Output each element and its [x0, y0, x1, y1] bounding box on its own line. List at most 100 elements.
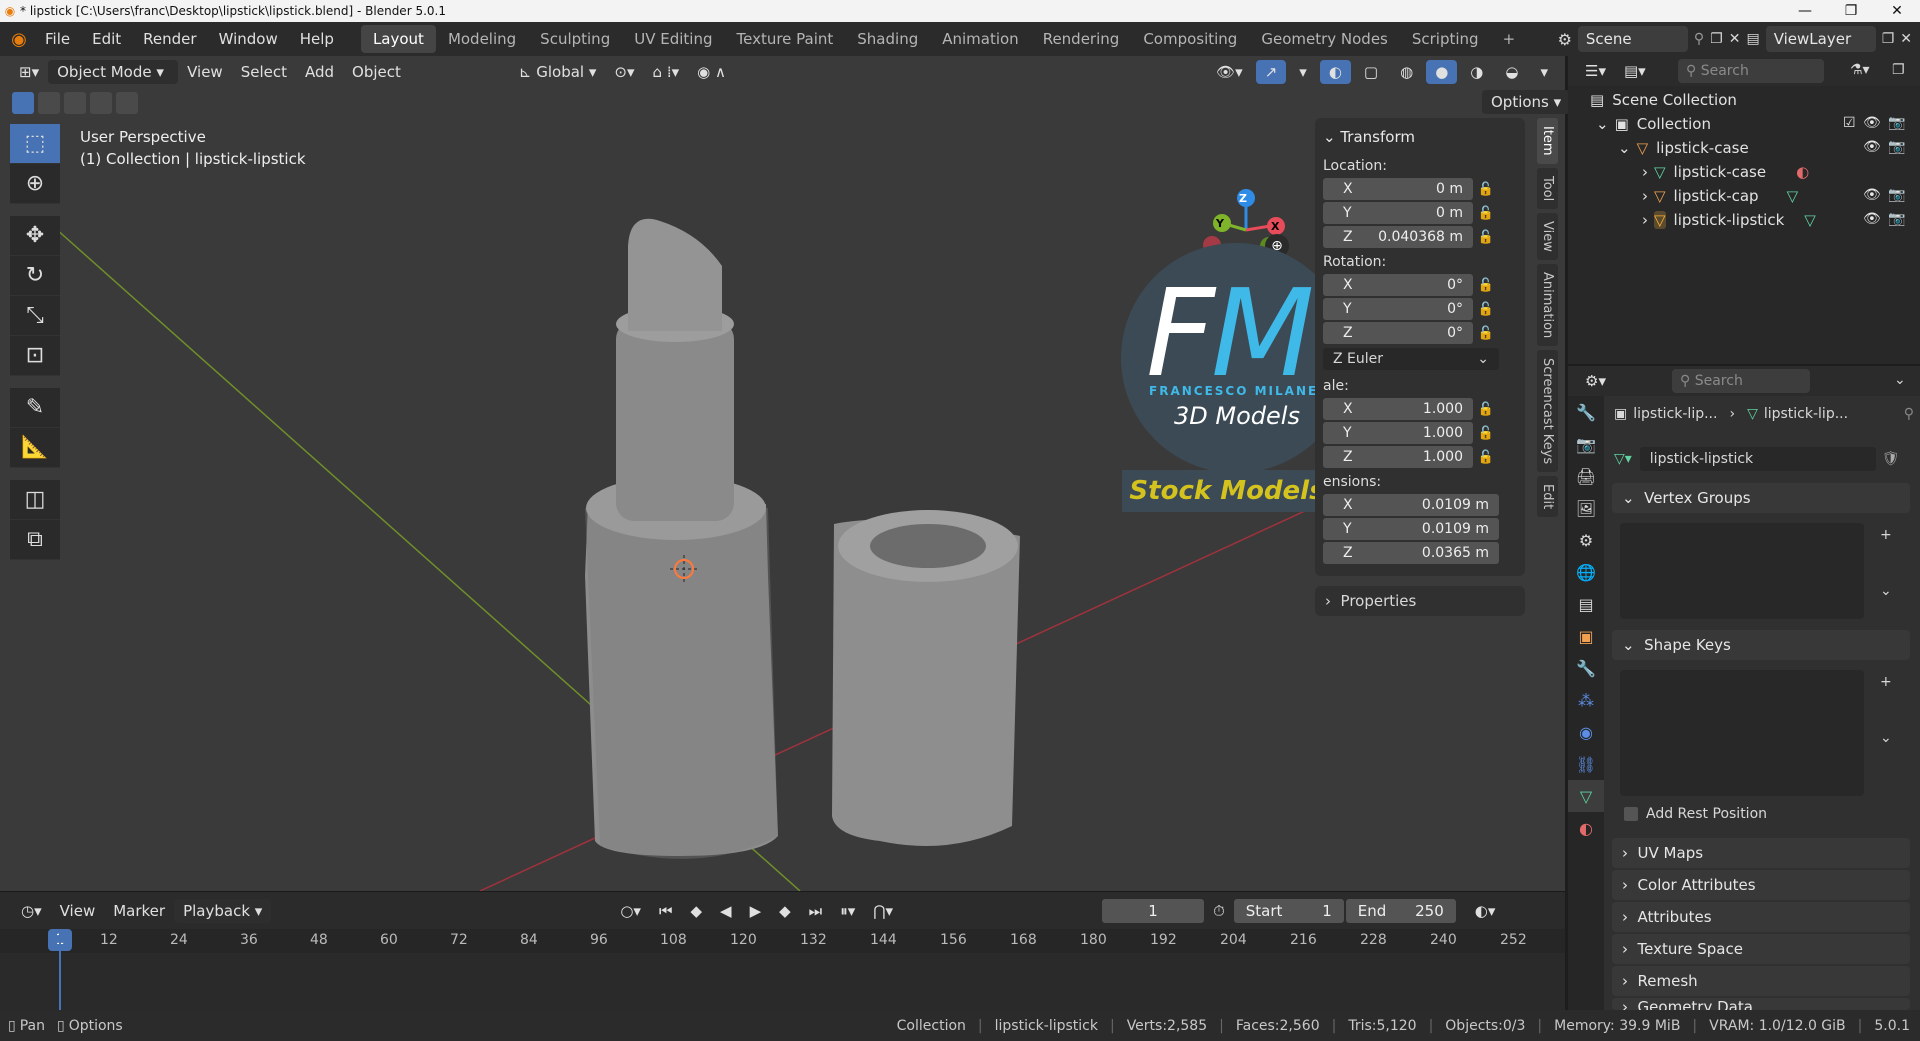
shape-key-menu-icon[interactable]: ⌄ — [1880, 730, 1892, 746]
scale-tool-icon[interactable]: ⤡ — [10, 296, 60, 336]
add-vertex-group-icon[interactable]: + — [1880, 527, 1892, 543]
timeline-menu-marker[interactable]: Marker — [104, 899, 174, 923]
add-rest-position-row[interactable]: Add Rest Position — [1624, 806, 1767, 822]
tab-modeling[interactable]: Modeling — [436, 25, 528, 53]
eye-icon[interactable]: 👁 — [1863, 187, 1881, 203]
keying-icon[interactable]: ⏸▾ — [831, 899, 864, 923]
pivot-icon[interactable]: ⊙▾ — [605, 60, 643, 84]
remove-scene-icon[interactable]: ✕ — [1729, 31, 1741, 47]
material-props-icon[interactable]: ◐ — [1568, 812, 1604, 844]
scene-icon[interactable]: ⚙ — [1558, 30, 1572, 49]
preview-range-icon[interactable]: ⏱ — [1204, 899, 1234, 923]
tab-view[interactable]: View — [1537, 212, 1558, 260]
location-x-field[interactable]: X 0 m — [1323, 178, 1473, 200]
dimensions-z-field[interactable]: Z 0.0365 m — [1323, 542, 1499, 564]
timeline-editor-type-icon[interactable]: ◷▾ — [12, 899, 51, 923]
section-shape-keys[interactable]: ⌄ Shape Keys — [1612, 630, 1910, 660]
tab-geometry-nodes[interactable]: Geometry Nodes — [1249, 25, 1400, 53]
jump-end-icon[interactable]: ⏭ — [800, 899, 832, 923]
select-box-tool-icon[interactable]: ⬚ — [10, 124, 60, 164]
gizmo-x-label[interactable]: X — [1271, 220, 1279, 233]
scale-y-field[interactable]: Y 1.000 — [1323, 422, 1473, 444]
jump-start-icon[interactable]: ⏮ — [650, 899, 682, 923]
lock-icon[interactable]: 🔓 — [1473, 182, 1499, 197]
section-geometry-data[interactable]: › Geometry Data — [1612, 998, 1910, 1010]
menu-object[interactable]: Object — [343, 60, 410, 84]
lock-icon[interactable]: 🔓 — [1473, 278, 1499, 293]
playback-dropdown[interactable]: Playback ▾ — [174, 898, 272, 923]
particles-props-icon[interactable]: ⁂ — [1568, 684, 1604, 716]
lock-icon[interactable]: 🔓 — [1473, 302, 1499, 317]
cursor-tool-icon[interactable]: ⊕ — [10, 164, 60, 204]
fake-user-icon[interactable]: 🛡 — [1882, 451, 1900, 467]
chevron-down-icon[interactable]: ⌄ — [1596, 115, 1609, 133]
gizmo-toggle-icon[interactable]: ↗ — [1255, 60, 1287, 84]
timeline-area[interactable] — [0, 929, 1565, 1010]
scale-x-field[interactable]: X 1.000 — [1323, 398, 1473, 420]
tab-rendering[interactable]: Rendering — [1031, 25, 1132, 53]
location-z-field[interactable]: Z 0.040368 m — [1323, 226, 1473, 248]
menu-view[interactable]: View — [178, 60, 232, 84]
add-object-tool-icon[interactable]: ⧉ — [10, 520, 60, 560]
menu-render[interactable]: Render — [132, 30, 207, 48]
output-props-icon[interactable]: 🖨 — [1568, 460, 1604, 492]
wireframe-shading-icon[interactable]: ◍ — [1391, 60, 1422, 84]
mode-dropdown[interactable]: Object Mode ▾ — [48, 60, 179, 84]
timeline-ruler[interactable]: 12 24 36 48 60 72 84 96 108 120 132 144 156 168 180 192… — [0, 929, 1565, 953]
eye-icon[interactable]: 👁 — [1863, 115, 1881, 131]
prev-keyframe-icon[interactable]: ◆ — [681, 899, 711, 923]
menu-file[interactable]: File — [34, 30, 81, 48]
measure-tool-icon[interactable]: 📐 — [10, 428, 60, 468]
eye-icon[interactable]: 👁 — [1863, 211, 1881, 227]
overlay-toggle-icon[interactable]: ◐ — [1319, 60, 1351, 84]
constraints-props-icon[interactable]: ⛓ — [1568, 748, 1604, 780]
mesh-browse-icon[interactable]: ▽▾ — [1614, 451, 1632, 467]
outliner-item-lipstick-case-child[interactable]: › ▽ lipstick-case ◐ — [1642, 160, 1809, 184]
annotate-tool-icon[interactable]: ✎ — [10, 388, 60, 428]
menu-help[interactable]: Help — [289, 30, 345, 48]
display-mode-icon[interactable]: ▤▾ — [1615, 59, 1655, 83]
view-layer-props-icon[interactable]: 🖼 — [1568, 492, 1604, 524]
outliner-collection[interactable]: ⌄ ▣ Collection — [1596, 112, 1711, 136]
rotation-z-field[interactable]: Z 0° — [1323, 322, 1473, 344]
tab-uv-editing[interactable]: UV Editing — [622, 25, 724, 53]
camera-icon[interactable]: 📷 — [1888, 211, 1905, 227]
outliner-editor-type-icon[interactable]: ☰▾ — [1576, 59, 1615, 83]
minimize-button[interactable]: — — [1782, 3, 1828, 19]
orientation-dropdown[interactable]: ⊾ Global ▾ — [510, 60, 606, 84]
view-layer-field[interactable]: ViewLayer — [1765, 26, 1876, 52]
solid-shading-icon[interactable]: ● — [1426, 60, 1458, 84]
outliner-search-input[interactable]: ⚲ Search — [1678, 59, 1824, 83]
select-intersect-icon[interactable] — [116, 92, 138, 114]
transform-header[interactable]: ⌄ Transform — [1323, 124, 1517, 154]
maximize-button[interactable]: ❐ — [1828, 3, 1874, 19]
overlay-dropdown-icon[interactable]: ▾ — [1290, 60, 1316, 84]
vertex-groups-list[interactable] — [1620, 523, 1864, 619]
next-keyframe-icon[interactable]: ◆ — [770, 899, 800, 923]
proportional-edit-icon[interactable]: ◉ ∧ — [688, 60, 735, 84]
add-shape-key-icon[interactable]: + — [1880, 674, 1892, 690]
chevron-right-icon[interactable]: › — [1642, 187, 1648, 205]
scene-props-icon[interactable]: ⚙ — [1568, 524, 1604, 556]
outliner-item-lipstick-lipstick[interactable]: › ▽ lipstick-lipstick ▽ — [1642, 208, 1816, 232]
exclude-checkbox[interactable]: ☑ — [1843, 115, 1856, 131]
outliner-item-lipstick-cap[interactable]: › ▽ lipstick-cap ▽ — [1642, 184, 1798, 208]
tab-tool[interactable]: Tool — [1537, 167, 1558, 209]
properties-options-icon[interactable]: ⌄ — [1894, 372, 1906, 388]
dimensions-y-field[interactable]: Y 0.0109 m — [1323, 518, 1499, 540]
menu-edit[interactable]: Edit — [81, 30, 132, 48]
pin-icon[interactable]: ⚲ — [1694, 31, 1704, 47]
camera-icon[interactable]: 📷 — [1888, 187, 1905, 203]
lock-icon[interactable]: 🔓 — [1473, 402, 1499, 417]
lock-icon[interactable]: 🔓 — [1473, 230, 1499, 245]
lock-icon[interactable]: 🔓 — [1473, 326, 1499, 341]
section-attributes[interactable]: › Attributes — [1612, 902, 1910, 932]
record-icon[interactable]: ○▾ — [611, 899, 650, 923]
tab-item[interactable]: Item — [1537, 118, 1558, 164]
tab-edit[interactable]: Edit — [1537, 476, 1558, 518]
current-frame-field[interactable]: 1 — [1102, 898, 1205, 923]
breadcrumb-mesh[interactable]: lipstick-lip... — [1764, 406, 1848, 422]
timeline-menu-view[interactable]: View — [51, 899, 105, 923]
options-dropdown[interactable]: Options ▾ — [1482, 90, 1571, 114]
tab-scripting[interactable]: Scripting — [1400, 25, 1491, 53]
